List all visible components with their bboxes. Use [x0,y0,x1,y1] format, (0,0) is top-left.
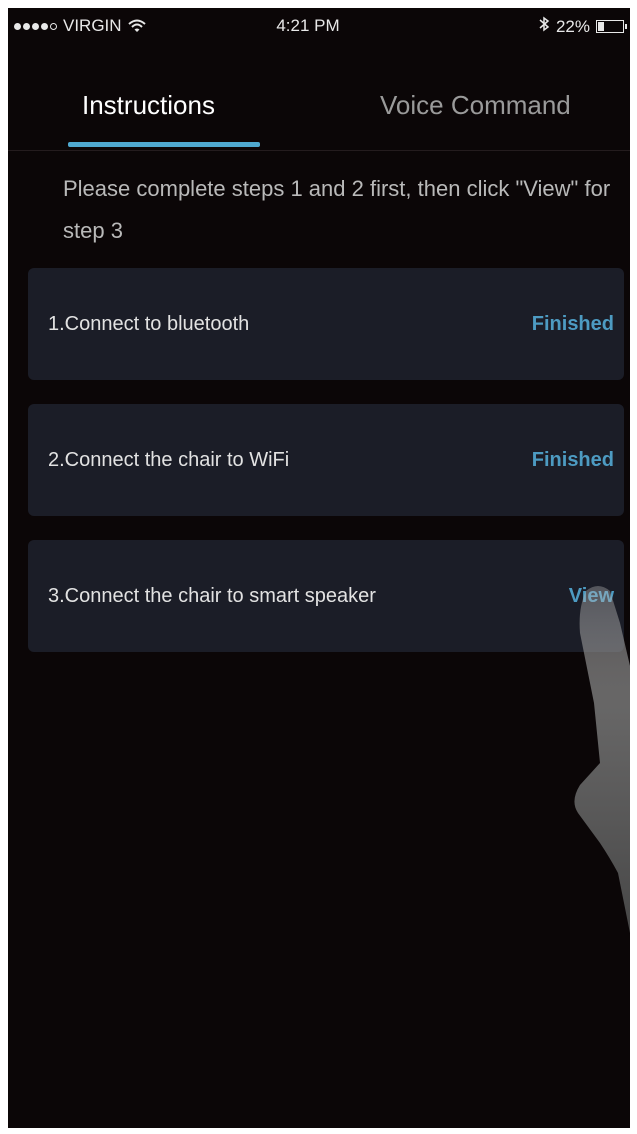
tab-instructions[interactable]: Instructions [82,90,215,121]
phone-screen: VIRGIN 4:21 PM 22% Instructions Voice Co… [8,8,630,1128]
status-bar: VIRGIN 4:21 PM 22% [8,8,630,44]
step-label: 3.Connect the chair to smart speaker [48,584,376,607]
tab-bar: Instructions Voice Command [8,90,630,150]
step-smart-speaker[interactable]: 3.Connect the chair to smart speaker Vie… [28,540,624,652]
step-label: 1.Connect to bluetooth [48,312,250,335]
step-label: 2.Connect the chair to WiFi [48,448,290,471]
battery-percent: 22% [555,16,590,36]
step-wifi[interactable]: 2.Connect the chair to WiFi Finished [28,404,624,516]
battery-icon [596,20,627,33]
view-button[interactable]: View [569,585,614,608]
tab-voice-command[interactable]: Voice Command [380,90,571,121]
tab-divider [8,150,630,151]
step-bluetooth[interactable]: 1.Connect to bluetooth Finished [28,268,624,380]
status-right-group: 22% [538,16,627,37]
active-tab-indicator [68,142,260,147]
bluetooth-icon [538,16,550,37]
step-status-finished: Finished [531,312,614,335]
step-status-finished: Finished [531,448,614,471]
instructions-text: Please complete steps 1 and 2 first, the… [63,176,611,243]
status-time: 4:21 PM [276,16,340,35]
